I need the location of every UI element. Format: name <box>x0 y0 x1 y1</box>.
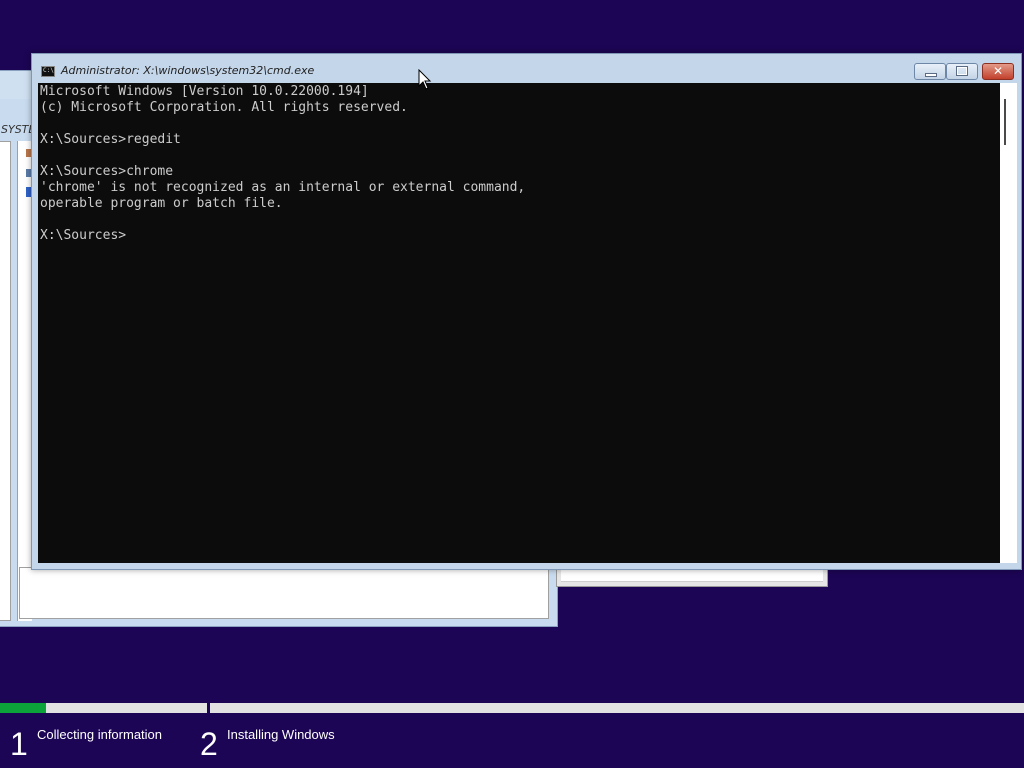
scrollbar-thumb[interactable] <box>1004 99 1006 145</box>
step-number: 1 <box>10 726 28 762</box>
console-line: X:\Sources> <box>40 228 127 243</box>
console-output: Microsoft Windows [Version 10.0.22000.19… <box>40 84 525 244</box>
step-label: Installing Windows <box>227 727 335 742</box>
background-window-left-pane <box>0 141 11 621</box>
cmd-window[interactable]: C:\ Administrator: X:\windows\system32\c… <box>31 53 1022 570</box>
cmd-console[interactable]: Microsoft Windows [Version 10.0.22000.19… <box>38 83 1000 563</box>
console-line: (c) Microsoft Corporation. All rights re… <box>40 100 408 115</box>
restore-icon <box>956 66 968 76</box>
setup-progress-bar <box>0 703 1024 713</box>
close-icon: ✕ <box>992 64 1004 78</box>
step-number: 2 <box>200 726 218 762</box>
background-window-tree[interactable] <box>17 141 32 621</box>
console-line: 'chrome' is not recognized as an interna… <box>40 180 526 195</box>
cmd-titlebar[interactable]: C:\ Administrator: X:\windows\system32\c… <box>32 54 1021 84</box>
background-window-bottom-pane <box>19 567 549 619</box>
step-label: Collecting information <box>37 727 163 742</box>
console-line: operable program or batch file. <box>40 196 283 211</box>
setup-progress-divider <box>207 703 210 713</box>
minimize-icon <box>925 73 937 77</box>
console-line: X:\Sources>regedit <box>40 132 181 147</box>
mouse-pointer-icon <box>418 69 432 90</box>
cmd-vertical-scrollbar[interactable] <box>1000 83 1017 563</box>
console-line: Microsoft Windows [Version 10.0.22000.19… <box>40 84 369 99</box>
setup-progress-step1-track <box>0 703 207 713</box>
minimize-button[interactable] <box>914 63 946 80</box>
setup-desktop: SYSTEM C:\ Administrator: X:\windows\sys… <box>0 0 1024 768</box>
cmd-app-icon[interactable]: C:\ <box>41 66 55 77</box>
console-line: X:\Sources>chrome <box>40 164 174 179</box>
setup-progress-fill <box>0 703 46 713</box>
cmd-window-title: Administrator: X:\windows\system32\cmd.e… <box>61 64 315 77</box>
close-button[interactable]: ✕ <box>982 63 1014 80</box>
maximize-button[interactable] <box>946 63 978 80</box>
